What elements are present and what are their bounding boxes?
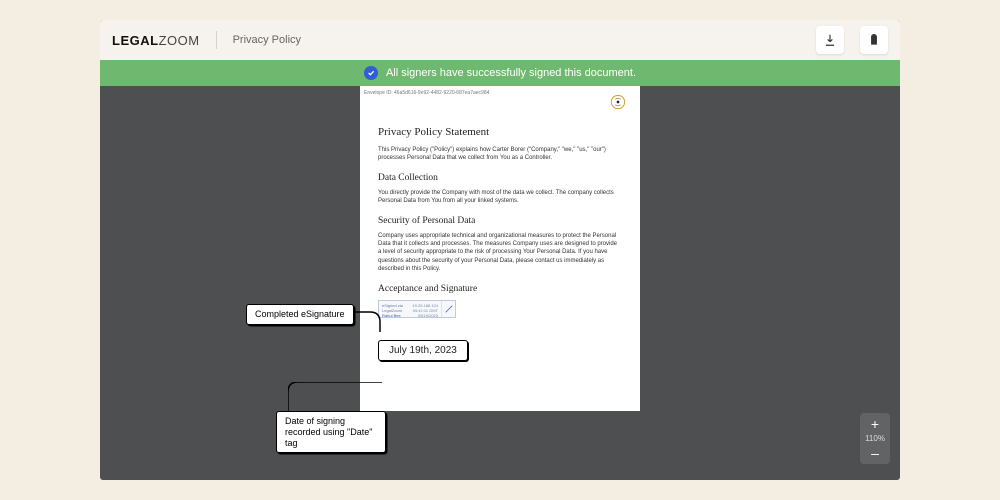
banner-text: All signers have successfully signed thi…	[386, 67, 636, 79]
check-badge	[364, 66, 378, 80]
zoom-in-button[interactable]: +	[860, 417, 890, 431]
zoom-level: 110%	[865, 434, 885, 443]
document-page: Envelope ID: 46a5d616-9e92-4482-9220-687…	[360, 86, 640, 411]
signature-mark-icon	[441, 301, 455, 317]
section-body: Company uses appropriate technical and o…	[378, 232, 622, 274]
zoom-control: + 110% –	[860, 413, 890, 464]
callout-date: Date of signing recorded using "Date" ta…	[276, 411, 386, 453]
section-heading: Security of Personal Data	[378, 216, 622, 226]
signature-field[interactable]: eSigned via LegalZoom Rahul Bee 19.25.18…	[378, 300, 456, 318]
status-banner: All signers have successfully signed thi…	[100, 60, 900, 86]
zoom-out-button[interactable]: –	[860, 446, 890, 460]
divider	[216, 31, 217, 49]
clipboard-button[interactable]	[860, 26, 888, 54]
callout-signature: Completed eSignature	[246, 304, 354, 325]
doc-intro: This Privacy Policy ("Policy") explains …	[378, 146, 622, 163]
section-heading: Acceptance and Signature	[378, 284, 622, 294]
document-viewport[interactable]: Envelope ID: 46a5d616-9e92-4482-9220-687…	[100, 86, 900, 480]
sig-name: Rahul Bee	[382, 313, 406, 318]
doc-title: Privacy Policy Statement	[378, 126, 622, 138]
page-title: Privacy Policy	[233, 34, 301, 46]
section-heading: Data Collection	[378, 173, 622, 183]
org-logo-icon	[610, 94, 626, 110]
section-body: You directly provide the Company with mo…	[378, 189, 622, 206]
logo: LEGALZOOM	[112, 33, 200, 48]
download-icon	[823, 33, 837, 47]
sig-ip: 19.25.188.124	[412, 303, 438, 308]
check-icon	[367, 69, 375, 77]
envelope-id: Envelope ID: 46a5d616-9e92-4482-9220-687…	[364, 90, 489, 96]
download-button[interactable]	[816, 26, 844, 54]
date-field[interactable]: July 19th, 2023	[378, 340, 468, 361]
sig-date: 05/19/2023	[412, 313, 438, 318]
app-window: LEGALZOOM Privacy Policy All signers hav…	[100, 20, 900, 480]
clipboard-icon	[867, 33, 881, 47]
app-header: LEGALZOOM Privacy Policy	[100, 20, 900, 60]
sig-via: eSigned via LegalZoom	[382, 303, 406, 313]
